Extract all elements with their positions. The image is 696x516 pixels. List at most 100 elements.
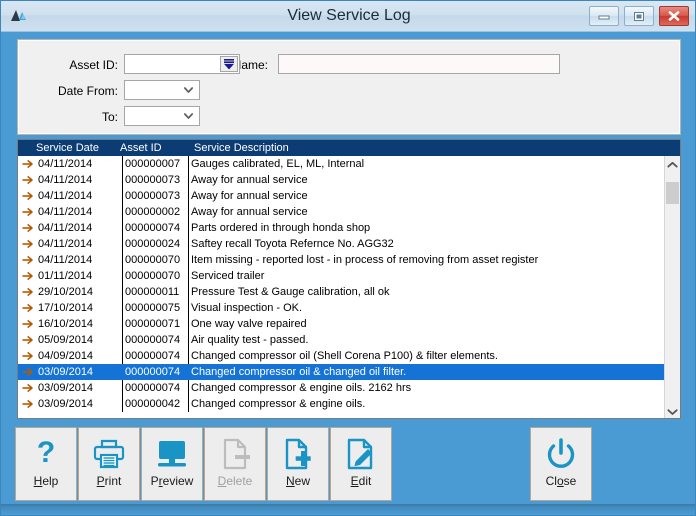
asset-id-label: Asset ID:: [69, 58, 118, 72]
printer-icon: [92, 437, 126, 471]
view-service-log-window: View Service Log Asset ID: Date From: To…: [0, 0, 696, 516]
table-row[interactable]: 17/10/2014 000000075 Visual inspection - O…: [18, 300, 666, 316]
column-divider: [122, 268, 123, 284]
date-from-select[interactable]: [124, 80, 200, 100]
cell-service-date: 03/09/2014: [38, 366, 94, 378]
date-to-select[interactable]: [124, 106, 200, 126]
table-row[interactable]: 01/11/2014 000000070 Serviced trailer: [18, 268, 666, 284]
close-window-button[interactable]: Close: [530, 427, 592, 501]
date-from-label: Date From:: [57, 84, 118, 98]
cell-asset-id: 000000074: [125, 222, 181, 234]
table-row[interactable]: 03/09/2014 000000074 Changed compressor & …: [18, 380, 666, 396]
table-row[interactable]: 04/11/2014 000000002 Away for annual servi…: [18, 204, 666, 220]
column-divider: [188, 188, 189, 204]
cell-service-description: Changed compressor & engine oils.: [191, 398, 366, 410]
scroll-up-icon[interactable]: [665, 156, 680, 173]
column-divider: [122, 348, 123, 364]
cell-asset-id: 000000074: [125, 334, 181, 346]
column-divider: [188, 380, 189, 396]
row-arrow-icon: [22, 256, 33, 264]
cell-asset-id: 000000070: [125, 254, 181, 266]
scrollbar-thumb[interactable]: [666, 182, 679, 204]
window-bottom-shadow: [1, 504, 695, 515]
table-row[interactable]: 16/10/2014 000000071 One way valve repaire…: [18, 316, 666, 332]
power-icon: [544, 437, 578, 471]
table-row[interactable]: 03/09/2014 000000074 Changed compressor oi…: [18, 364, 666, 380]
scroll-down-icon[interactable]: [665, 403, 680, 418]
table-row[interactable]: 04/11/2014 000000070 Item missing - report…: [18, 252, 666, 268]
print-button-label: Print: [96, 474, 122, 488]
print-button[interactable]: Print: [78, 427, 140, 501]
service-log-list: Service Date Asset ID Service Descriptio…: [17, 139, 681, 419]
row-arrow-icon: [22, 336, 33, 344]
column-divider: [122, 316, 123, 332]
cell-service-date: 04/11/2014: [38, 238, 93, 250]
cell-service-date: 04/11/2014: [38, 222, 93, 234]
maximize-button[interactable]: [624, 6, 654, 26]
cell-asset-id: 000000073: [125, 174, 181, 186]
new-button[interactable]: New: [267, 427, 329, 501]
column-divider: [122, 300, 123, 316]
chevron-down-icon: [184, 113, 193, 119]
toolbar: ? Help Print Preview Delete New Edit Clo…: [1, 425, 695, 503]
cell-asset-id: 000000007: [125, 158, 181, 170]
column-divider: [122, 236, 123, 252]
column-divider: [122, 220, 123, 236]
table-row[interactable]: 04/11/2014 000000007 Gauges calibrated, EL…: [18, 156, 666, 172]
row-arrow-icon: [22, 240, 33, 248]
new-document-icon: [281, 437, 315, 471]
table-row[interactable]: 03/09/2014 000000042 Changed compressor & …: [18, 396, 666, 412]
table-row[interactable]: 04/11/2014 000000074 Parts ordered in thro…: [18, 220, 666, 236]
delete-button-label: Delete: [217, 474, 253, 488]
cell-asset-id: 000000002: [125, 206, 181, 218]
column-divider: [188, 220, 189, 236]
list-vertical-scrollbar[interactable]: [664, 156, 680, 418]
preview-button[interactable]: Preview: [141, 427, 203, 501]
column-divider: [188, 204, 189, 220]
table-row[interactable]: 04/11/2014 000000073 Away for annual servi…: [18, 188, 666, 204]
cell-service-date: 04/09/2014: [38, 350, 94, 362]
table-row[interactable]: 05/09/2014 000000074 Air quality test - pa…: [18, 332, 666, 348]
cell-service-description: Serviced trailer: [191, 270, 265, 282]
asset-id-dropdown-icon[interactable]: [220, 56, 238, 72]
cell-asset-id: 000000042: [125, 398, 181, 410]
table-row[interactable]: 04/11/2014 000000024 Saftey recall Toyota …: [18, 236, 666, 252]
cell-service-description: Pressure Test & Gauge calibration, all o…: [191, 286, 390, 298]
row-arrow-icon: [22, 368, 33, 376]
edit-button-label: Edit: [350, 474, 372, 488]
column-divider: [188, 284, 189, 300]
column-divider: [188, 252, 189, 268]
column-header-service-description[interactable]: Service Description: [194, 140, 289, 156]
delete-button: Delete: [204, 427, 266, 501]
column-divider: [122, 380, 123, 396]
minimize-button[interactable]: [589, 6, 619, 26]
table-row[interactable]: 04/09/2014 000000074 Changed compressor oi…: [18, 348, 666, 364]
help-button-label: Help: [33, 474, 59, 488]
cell-service-date: 04/11/2014: [38, 254, 93, 266]
cell-service-date: 04/11/2014: [38, 190, 93, 202]
table-row[interactable]: 04/11/2014 000000073 Away for annual servi…: [18, 172, 666, 188]
help-button[interactable]: ? Help: [15, 427, 77, 501]
cell-service-date: 17/10/2014: [38, 302, 94, 314]
cell-service-date: 05/09/2014: [38, 334, 94, 346]
cell-service-date: 04/11/2014: [38, 158, 93, 170]
edit-button[interactable]: Edit: [330, 427, 392, 501]
cell-asset-id: 000000070: [125, 270, 181, 282]
column-divider: [188, 316, 189, 332]
row-arrow-icon: [22, 208, 33, 216]
cell-service-description: Item missing - reported lost - in proces…: [191, 254, 539, 266]
cell-service-description: Changed compressor oil (Shell Corena P10…: [191, 350, 498, 362]
edit-pencil-icon: [344, 437, 378, 471]
cell-service-description: Changed compressor oil & changed oil fil…: [191, 366, 407, 378]
close-button[interactable]: [659, 6, 689, 26]
column-divider: [122, 396, 123, 412]
table-row[interactable]: 29/10/2014 000000011 Pressure Test & Gauge…: [18, 284, 666, 300]
name-input[interactable]: [278, 54, 560, 74]
column-header-service-date[interactable]: Service Date: [36, 140, 99, 156]
row-arrow-icon: [22, 272, 33, 280]
asset-id-input[interactable]: [124, 54, 240, 74]
column-header-asset-id[interactable]: Asset ID: [120, 140, 162, 156]
cell-asset-id: 000000074: [125, 382, 181, 394]
row-arrow-icon: [22, 160, 33, 168]
row-arrow-icon: [22, 304, 33, 312]
